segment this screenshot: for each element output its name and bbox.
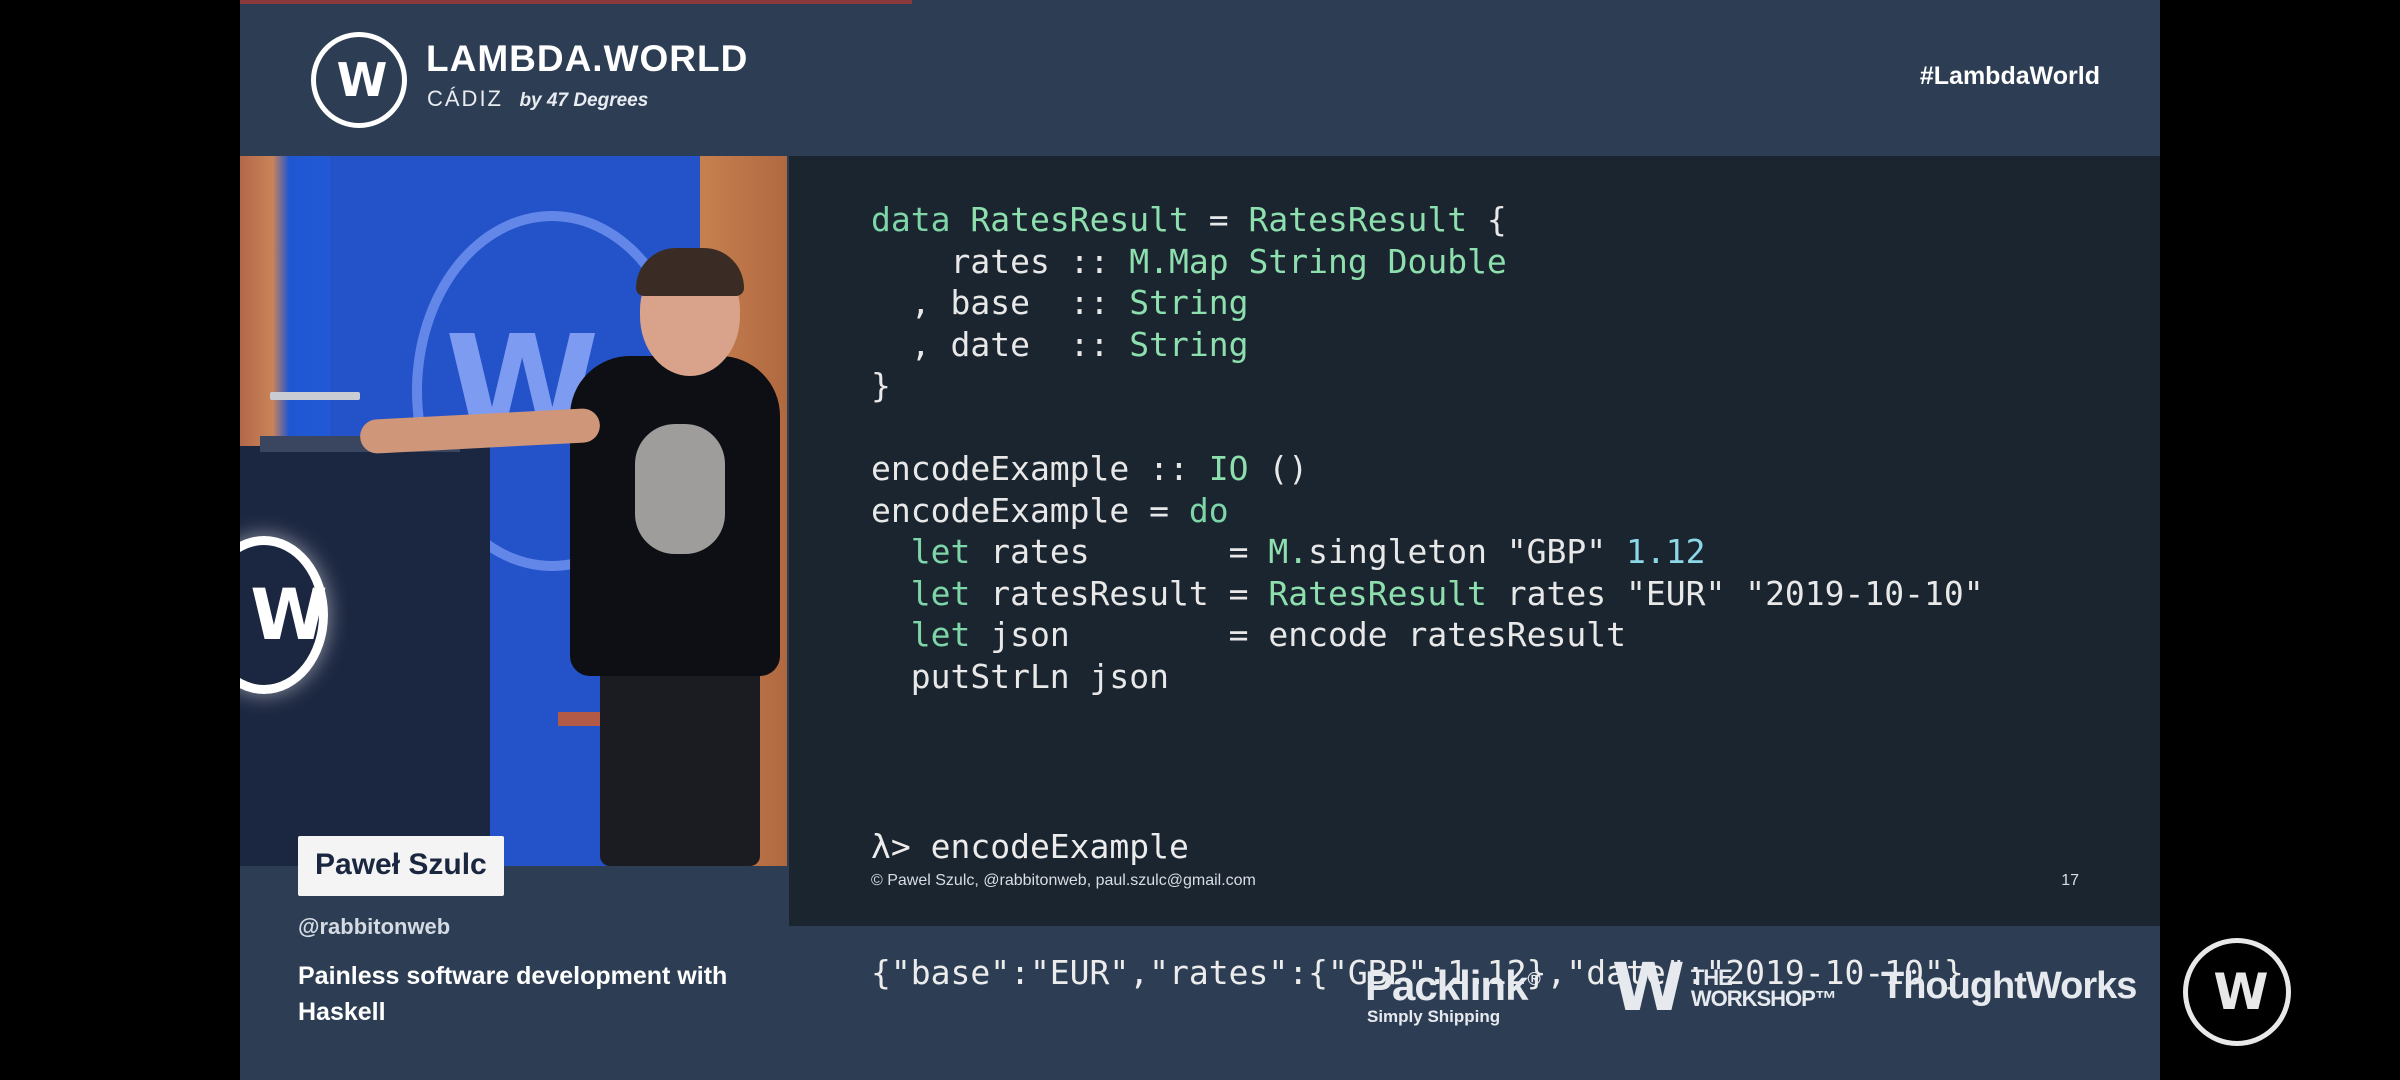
speaker-name-card: Paweł Szulc <box>298 836 504 896</box>
sponsor-thoughtworks-logo: ThoughtWorks <box>1881 965 2137 1007</box>
code-line: encodeExample = do <box>871 490 1229 530</box>
brand-city: CÁDIZ <box>427 86 503 111</box>
presentation-slide: data RatesResult = RatesResult { rates :… <box>789 156 2160 992</box>
hashtag: #LambdaWorld <box>1919 62 2100 90</box>
speaker-handle: @rabbitonweb <box>298 914 451 939</box>
lambda-world-logo: W <box>311 32 407 128</box>
code-line: } <box>871 366 891 405</box>
podium-logo-letter: W <box>250 574 327 656</box>
speaker-shirt-print <box>635 424 725 554</box>
lambda-world-logo-letter: W <box>336 53 388 107</box>
code-line: let json = encode ratesResult <box>910 615 1626 654</box>
channel-watermark-letter: W <box>2213 963 2268 1021</box>
brand-subtitle: CÁDIZ by 47 Degrees <box>427 86 648 112</box>
channel-watermark-button[interactable]: W <box>2183 938 2291 1046</box>
code-line: , date :: String <box>871 324 1249 364</box>
workshop-logo-letter: W <box>1612 949 1685 1026</box>
repl-block: λ> encodeExample {"base":"EUR","rates":{… <box>871 742 1964 1078</box>
sponsor-packlink-logo: Packlink® Simply Shipping <box>1365 958 1541 1027</box>
video-frame[interactable]: W LAMBDA.WORLD CÁDIZ by 47 Degrees #Lamb… <box>240 0 2160 1080</box>
code-line: data RatesResult = RatesResult { <box>871 200 1507 239</box>
packlink-tagline: Simply Shipping <box>1367 1007 1501 1026</box>
code-line: encodeExample :: IO () <box>871 449 1309 488</box>
speaker-video: W W <box>240 156 787 866</box>
video-progress-bar <box>240 0 912 4</box>
speaker-hair <box>636 248 744 296</box>
code-line: rates :: M.Map String Double <box>871 241 1507 281</box>
workshop-name: THE WORKSHOP™ <box>1690 965 1837 1011</box>
repl-prompt: λ> encodeExample <box>871 827 1189 866</box>
laptop <box>270 392 360 400</box>
code-line: putStrLn json <box>871 656 1170 696</box>
brand-by: by 47 Degrees <box>519 90 649 111</box>
code-line: , base :: String <box>871 283 1249 322</box>
packlink-name: Packlink® <box>1365 962 1541 1009</box>
sponsor-workshop-logo: W THE WORKSHOP™ <box>1612 949 1837 1026</box>
code-line: let rates = M.singleton "GBP" 1.12 <box>910 532 1706 571</box>
brand-title: LAMBDA.WORLD <box>426 38 749 79</box>
code-block: data RatesResult = RatesResult { rates :… <box>871 199 1984 697</box>
speaker-legs <box>600 656 760 866</box>
code-line: let ratesResult = RatesResult rates "EUR… <box>910 573 1984 613</box>
talk-title: Painless software development with Haske… <box>298 962 728 1026</box>
slide-number: 17 <box>2061 872 2079 889</box>
slide-footer: © Pawel Szulc, @rabbitonweb, paul.szulc@… <box>871 872 1256 889</box>
